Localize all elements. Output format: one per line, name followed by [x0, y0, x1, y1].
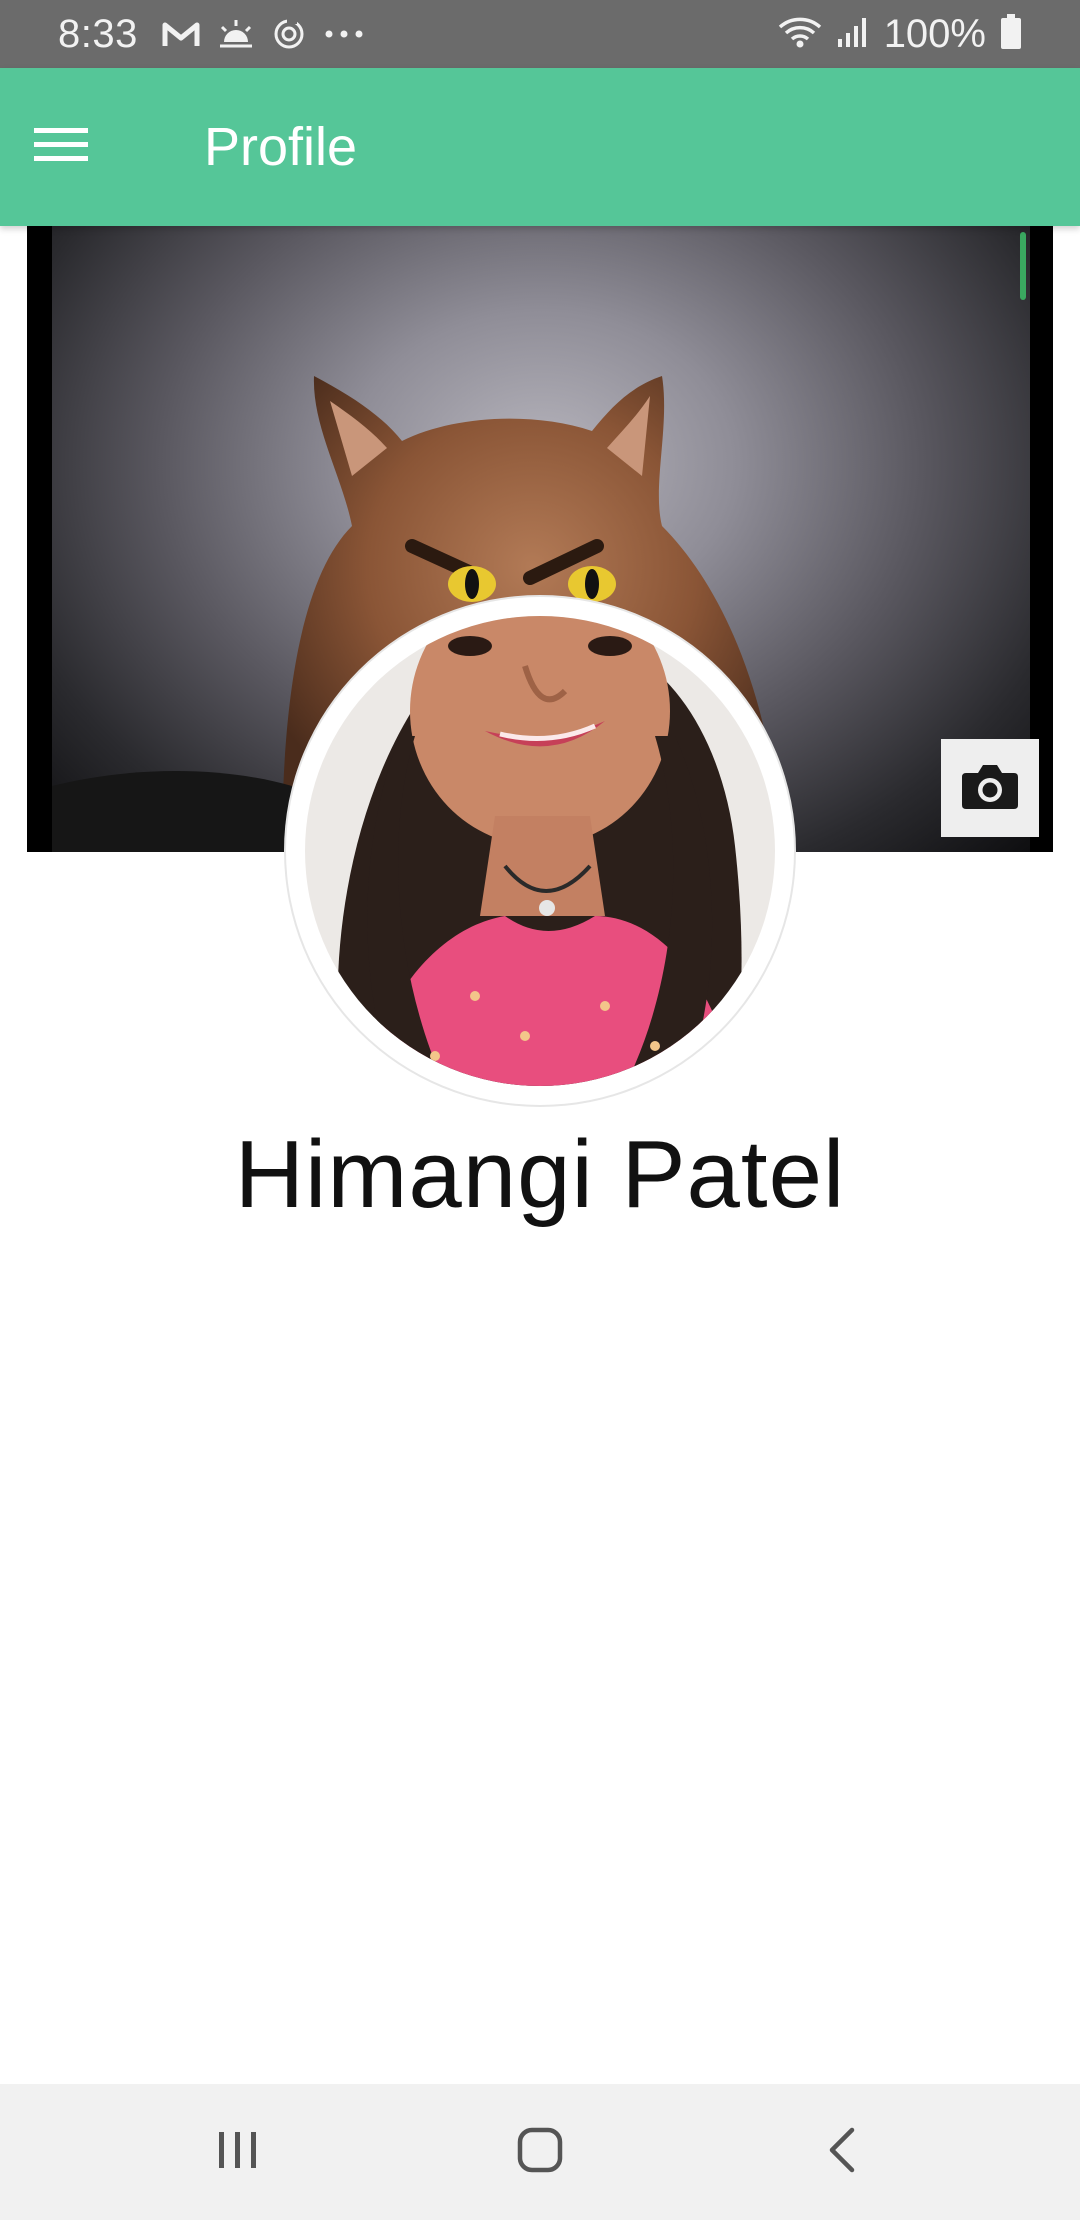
notification-icons	[162, 17, 364, 51]
home-button[interactable]	[470, 2084, 610, 2220]
signal-icon	[836, 15, 870, 54]
profile-screen: 8:33 100% Profile Himangi Patel	[0, 0, 1080, 2220]
change-cover-button[interactable]	[941, 739, 1039, 837]
cover-scroll-indicator	[1020, 232, 1026, 300]
recent-apps-icon	[216, 2128, 260, 2177]
recent-apps-button[interactable]	[168, 2084, 308, 2220]
home-icon	[516, 2126, 564, 2179]
sync-icon	[272, 17, 306, 51]
profile-avatar[interactable]	[286, 597, 794, 1105]
profile-avatar-photo	[305, 616, 775, 1086]
back-icon	[824, 2126, 860, 2179]
system-icons: 100%	[778, 12, 1022, 57]
gmail-icon	[162, 19, 200, 49]
hamburger-menu-icon	[34, 126, 88, 169]
profile-name: Himangi Patel	[234, 1121, 846, 1228]
camera-icon	[960, 761, 1020, 816]
battery-icon	[1000, 13, 1022, 55]
weather-sun-icon	[218, 18, 254, 50]
more-dots-icon	[324, 29, 364, 39]
battery-percent: 100%	[883, 11, 986, 56]
wifi-icon	[778, 15, 822, 54]
navigation-bar	[0, 2084, 1080, 2220]
menu-button[interactable]	[30, 116, 92, 178]
app-bar: Profile	[0, 68, 1080, 226]
back-button[interactable]	[772, 2084, 912, 2220]
status-bar: 8:33 100%	[0, 0, 1080, 68]
page-title: Profile	[204, 117, 358, 177]
status-time: 8:33	[58, 11, 138, 56]
